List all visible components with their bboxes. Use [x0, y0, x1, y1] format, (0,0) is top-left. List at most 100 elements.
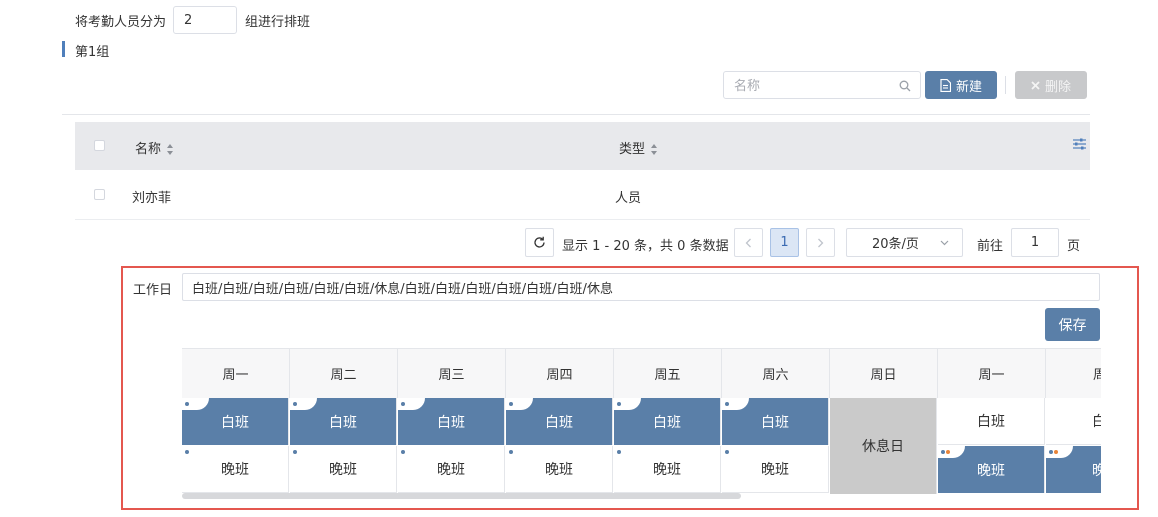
new-button[interactable]: 新建 [925, 71, 997, 99]
shift-dot-icon [509, 402, 513, 406]
shift-cell[interactable]: 白班 [182, 398, 289, 445]
day-header: 周一 [182, 348, 290, 398]
shift-label: 晚班 [437, 462, 465, 478]
shift-cell[interactable]: 白班 [938, 398, 1045, 445]
group-marker [62, 41, 65, 57]
table-row[interactable]: 刘亦菲 人员 [75, 171, 1090, 219]
shift-dot-icon [1054, 450, 1058, 454]
select-all-checkbox[interactable] [94, 140, 105, 151]
shift-label: 白班 [653, 414, 681, 431]
day-header: 周一 [938, 348, 1046, 398]
shift-marker-badge [614, 446, 641, 458]
column-header-type[interactable]: 类型 [619, 138, 658, 157]
sort-icon[interactable] [651, 144, 658, 155]
shift-cell[interactable]: 晚班 [506, 446, 613, 493]
shift-marker-badge [938, 446, 965, 458]
shift-cell[interactable]: 白班 [614, 398, 721, 445]
shift-label: 晚班 [761, 462, 789, 478]
shift-column: 周白晚 [1046, 348, 1101, 494]
shift-label: 晚 [1092, 462, 1101, 479]
row-checkbox[interactable] [94, 189, 105, 200]
column-settings-icon[interactable] [1073, 138, 1086, 150]
refresh-button[interactable] [525, 228, 554, 257]
group-count-prefix: 将考勤人员分为 [75, 15, 167, 30]
shift-marker-badge [1046, 446, 1073, 458]
shift-dot-icon [1049, 450, 1053, 454]
horizontal-scrollbar[interactable] [182, 493, 741, 499]
shift-cell[interactable]: 白 [1046, 398, 1101, 445]
shift-dot-icon [401, 450, 405, 454]
sort-icon[interactable] [167, 144, 174, 155]
page-size-value: 20条/页 [872, 237, 919, 252]
new-button-label: 新建 [955, 79, 982, 95]
shift-cell[interactable]: 晚班 [398, 446, 505, 493]
save-button[interactable]: 保存 [1045, 308, 1100, 341]
shift-marker-badge [398, 446, 425, 458]
shift-cell[interactable]: 白班 [290, 398, 397, 445]
shift-cell[interactable]: 晚班 [182, 446, 289, 493]
shift-label: 晚班 [545, 462, 573, 478]
day-header: 周四 [506, 348, 614, 398]
shift-column: 周六 白班 晚班 [722, 348, 830, 494]
search-icon[interactable] [899, 80, 911, 92]
shift-label: 白 [1092, 414, 1101, 430]
shift-dot-icon [941, 450, 945, 454]
page-suffix: 页 [1067, 239, 1081, 254]
shift-label: 晚班 [653, 462, 681, 478]
shift-cell[interactable]: 晚 [1046, 446, 1101, 493]
refresh-icon [534, 236, 545, 248]
workday-label: 工作日 [133, 283, 173, 298]
shift-dot-icon [185, 402, 189, 406]
shift-label: 晚班 [977, 462, 1005, 479]
chevron-down-icon [940, 240, 949, 246]
next-page-button[interactable] [806, 228, 835, 257]
page-number-button[interactable]: 1 [770, 228, 799, 257]
shift-cell[interactable]: 晚班 [614, 446, 721, 493]
shift-label: 白班 [221, 414, 249, 431]
column-header-name[interactable]: 名称 [135, 138, 174, 157]
shift-dot-icon [401, 402, 405, 406]
day-header: 周二 [290, 348, 398, 398]
goto-label: 前往 [977, 239, 1004, 254]
shift-cell[interactable]: 晚班 [290, 446, 397, 493]
shift-marker-badge [290, 398, 317, 410]
shift-dot-icon [725, 402, 729, 406]
shift-column: 周三 白班 晚班 [398, 348, 506, 494]
shift-marker-badge [290, 446, 317, 458]
shift-column: 周四 白班 晚班 [506, 348, 614, 494]
shift-column: 周五 白班 晚班 [614, 348, 722, 494]
shift-column: 周日 休息日 [830, 348, 938, 494]
delete-button[interactable]: 删除 [1015, 71, 1087, 99]
shift-cell[interactable]: 白班 [506, 398, 613, 445]
shift-cell[interactable]: 晚班 [722, 446, 829, 493]
shift-marker-badge [506, 398, 533, 410]
day-header: 周日 [830, 348, 938, 398]
page-size-select[interactable]: 20条/页 [846, 228, 963, 257]
document-icon [940, 78, 951, 92]
group-count-input[interactable] [173, 6, 237, 34]
shift-cell[interactable]: 白班 [398, 398, 505, 445]
workday-input[interactable] [182, 273, 1100, 301]
shift-label: 晚班 [329, 462, 357, 478]
day-header: 周五 [614, 348, 722, 398]
shift-marker-badge [182, 398, 209, 410]
rest-day-cell[interactable]: 休息日 [830, 398, 937, 494]
row-type-cell: 人员 [615, 191, 642, 206]
shift-cell[interactable]: 白班 [722, 398, 829, 445]
group-count-suffix: 组进行排班 [245, 15, 311, 30]
goto-page-input[interactable] [1011, 228, 1059, 257]
shift-cell[interactable]: 晚班 [938, 446, 1045, 493]
chevron-right-icon [818, 238, 824, 247]
search-box[interactable] [723, 71, 921, 99]
close-icon [1031, 80, 1040, 90]
shift-label: 白班 [545, 414, 573, 431]
day-header: 周六 [722, 348, 830, 398]
prev-page-button[interactable] [734, 228, 763, 257]
search-input[interactable] [732, 77, 896, 95]
row-name-cell: 刘亦菲 [132, 191, 172, 206]
shift-dot-icon [185, 450, 189, 454]
divider [62, 114, 1090, 115]
shift-dot-icon [509, 450, 513, 454]
shift-marker-badge [398, 398, 425, 410]
shift-dot-icon [617, 450, 621, 454]
